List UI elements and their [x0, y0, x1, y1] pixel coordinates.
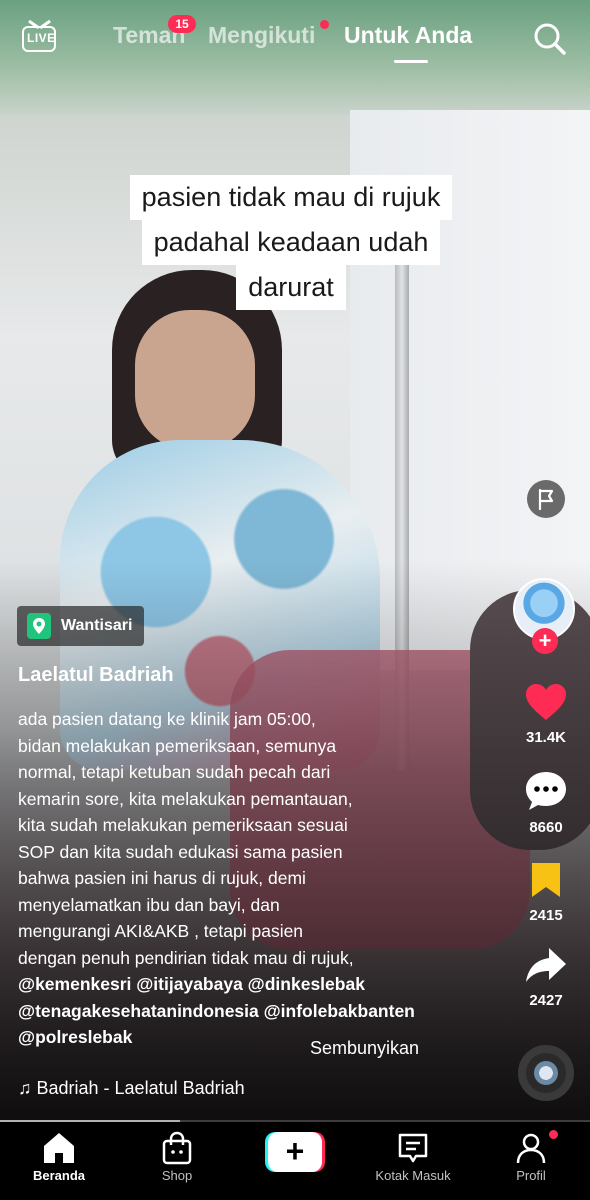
mention-line[interactable]: @tenagakesehatanindonesia @infolebakbant…	[18, 998, 498, 1025]
description-line: menyelamatkan ibu dan bayi, dan	[18, 894, 280, 915]
video-caption-line: darurat	[236, 265, 346, 310]
heart-icon	[526, 684, 566, 720]
like-button[interactable]: 31.4K	[511, 682, 581, 746]
like-count: 31.4K	[525, 729, 567, 746]
music-disc-cover	[534, 1061, 558, 1085]
home-icon	[44, 1133, 74, 1163]
profile-icon	[516, 1133, 546, 1164]
location-pin-icon	[27, 613, 51, 639]
author-name[interactable]: Laelatul Badriah	[18, 664, 174, 687]
video-caption-line: padahal keadaan udah	[141, 220, 441, 265]
hide-description-button[interactable]: Sembunyikan	[310, 1038, 419, 1059]
nav-profil-label: Profil	[516, 1168, 546, 1183]
report-button[interactable]	[527, 480, 565, 518]
comment-count: 8660	[529, 819, 563, 836]
nav-profil-dot	[549, 1130, 558, 1139]
share-count: 2427	[529, 992, 563, 1009]
tab-teman-badge: 15	[168, 15, 196, 33]
description-line: ada pasien datang ke klinik jam 05:00,	[18, 709, 316, 729]
nav-kotak-masuk-label: Kotak Masuk	[375, 1168, 451, 1183]
description-line: bahwa pasien ini harus di rujuk, demi	[18, 868, 306, 888]
nav-shop[interactable]: Shop	[127, 1122, 227, 1200]
top-bar: LIVE Teman 15 Mengikuti Untuk Anda	[0, 0, 590, 80]
description-line: normal, tetapi ketuban sudah pecah dari	[18, 762, 331, 782]
active-tab-indicator	[394, 60, 428, 63]
nav-beranda-label: Beranda	[32, 1168, 86, 1183]
post-description: ada pasien datang ke klinik jam 05:00, b…	[18, 706, 498, 1051]
mention-line[interactable]: @polreslebak	[18, 1024, 498, 1051]
nav-kotak-masuk[interactable]: Kotak Masuk	[363, 1122, 463, 1200]
description-line: kemarin sore, kita melakukan pemantauan,	[18, 788, 353, 809]
live-label: LIVE	[27, 31, 56, 45]
tab-mengikuti-dot	[320, 20, 329, 29]
nav-beranda[interactable]: Beranda	[9, 1122, 109, 1200]
inbox-icon	[398, 1133, 428, 1163]
description-line: bidan melakukan pemeriksaan, semunya	[18, 735, 337, 756]
description-line: kita sudah melakukan pemeriksaan sesuai	[18, 815, 348, 835]
video-scene-person-face	[135, 310, 255, 450]
share-icon	[526, 948, 566, 982]
report-flag-icon	[538, 488, 554, 511]
description-line: SOP dan kita sudah edukasi sama pasien	[18, 841, 343, 862]
comment-icon	[526, 772, 566, 810]
save-count: 2415	[529, 907, 563, 924]
video-caption-line: pasien tidak mau di rujuk	[129, 175, 453, 220]
description-line: mengurangi AKI&AKB , tetapi pasien	[18, 921, 304, 941]
nav-shop-label: Shop	[161, 1168, 193, 1183]
shop-bag-icon	[162, 1131, 192, 1165]
tab-untuk-anda[interactable]: Untuk Anda	[344, 22, 472, 49]
description-line: dengan penuh pendirian tidak mau di ruju…	[18, 947, 354, 968]
bookmark-icon	[532, 863, 560, 897]
screen: pasien tidak mau di rujuk padahal keadaa…	[0, 0, 590, 1200]
music-title[interactable]: ♫ Badriah - Laelatul Badriah	[18, 1078, 276, 1099]
video-caption: pasien tidak mau di rujuk padahal keadaa…	[112, 175, 470, 310]
live-button[interactable]: LIVE	[22, 19, 58, 52]
mention-line[interactable]: @kemenkesri @itijayabaya @dinkeslebak	[18, 971, 498, 998]
location-tag[interactable]: Wantisari	[17, 606, 145, 646]
location-label: Wantisari	[61, 617, 133, 634]
nav-profil[interactable]: Profil	[481, 1122, 581, 1200]
create-button[interactable]: +	[265, 1132, 325, 1172]
tab-mengikuti[interactable]: Mengikuti	[208, 22, 315, 49]
share-button[interactable]: 2427	[511, 945, 581, 1009]
plus-icon: +	[268, 1132, 322, 1172]
comment-button[interactable]: 8660	[511, 770, 581, 836]
save-button[interactable]: 2415	[511, 860, 581, 924]
search-icon[interactable]	[533, 22, 567, 56]
follow-button[interactable]: +	[532, 628, 558, 654]
music-disc[interactable]	[518, 1045, 574, 1101]
